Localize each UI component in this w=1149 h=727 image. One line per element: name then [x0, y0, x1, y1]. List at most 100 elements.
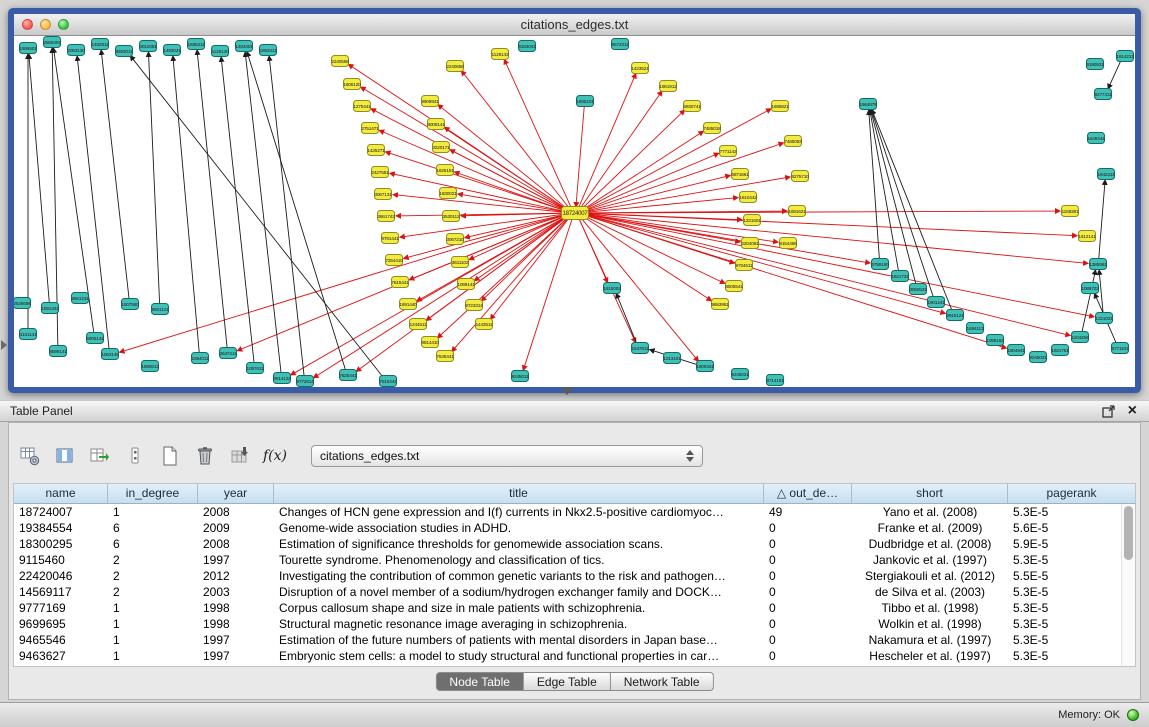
graph-node[interactable]: 1601241	[927, 297, 945, 308]
graph-node[interactable]: 1221031	[1095, 313, 1113, 324]
new-document-icon[interactable]	[157, 443, 183, 469]
graph-node[interactable]: 9245031	[1029, 352, 1047, 363]
table-row[interactable]: 911546021997Tourette syndrome. Phenomeno…	[14, 552, 1135, 568]
graph-node[interactable]: 18724007	[562, 207, 589, 220]
table-selector-dropdown[interactable]: citations_edges.txt	[311, 445, 703, 467]
graph-node[interactable]: 9154469	[779, 238, 797, 249]
graph-node[interactable]: 1590613	[141, 361, 159, 372]
graph-node[interactable]: 1425271	[367, 145, 385, 156]
graph-node[interactable]: 1402911	[92, 39, 109, 50]
graph-node[interactable]: 2063130	[67, 45, 85, 56]
graph-node[interactable]: 2751471	[361, 123, 379, 134]
table-settings-icon[interactable]	[17, 443, 43, 469]
graph-node[interactable]: 1615053	[603, 283, 621, 294]
graph-node[interactable]: 1607580	[121, 299, 139, 310]
column-header-title[interactable]: title	[274, 484, 764, 504]
graph-node[interactable]: 8009141	[427, 119, 445, 130]
graph-node[interactable]: 5905131	[86, 333, 104, 344]
graph-node[interactable]: 1591341	[41, 303, 59, 314]
graph-node[interactable]: 1626151	[436, 165, 454, 176]
graph-node[interactable]: 1696101	[576, 96, 594, 107]
function-builder-icon[interactable]: f(x)	[262, 443, 288, 469]
table-row[interactable]: 1456911722003Disruption of a novel membe…	[14, 584, 1135, 600]
column-header-year[interactable]: year	[198, 484, 274, 504]
tab-edge-table[interactable]: Edge Table	[524, 672, 611, 691]
graph-node[interactable]: 9190531	[1086, 59, 1104, 70]
graph-node[interactable]: 1493021	[163, 45, 181, 56]
graph-node[interactable]: 1691621	[788, 206, 806, 217]
graph-node[interactable]: 8593011	[116, 46, 133, 57]
graph-node[interactable]: 7615443	[379, 376, 397, 387]
graph-node[interactable]: 7485018	[703, 123, 721, 134]
graph-node[interactable]: 1057611	[247, 363, 264, 374]
graph-node[interactable]: 1664879	[859, 99, 877, 110]
graph-node[interactable]: 9791441	[381, 233, 399, 244]
graph-node[interactable]: 9501121	[152, 304, 169, 315]
graph-node[interactable]: 3530112	[443, 211, 460, 222]
graph-node[interactable]: 9909941	[421, 96, 439, 107]
table-row[interactable]: 946554611997Estimation of the future num…	[14, 632, 1135, 648]
graph-node[interactable]: 1493401	[235, 41, 253, 52]
graph-node[interactable]: 1649441	[1087, 133, 1105, 144]
column-header-out_de[interactable]: △ out_de…	[764, 484, 852, 504]
table-row[interactable]: 969969511998Structural magnetic resonanc…	[14, 616, 1135, 632]
graph-node[interactable]: 9572311	[612, 39, 629, 50]
scrollbar-thumb[interactable]	[1124, 506, 1133, 560]
graph-node[interactable]: 9704611	[736, 260, 753, 271]
tab-network-table[interactable]: Network Table	[611, 672, 714, 691]
left-splitter-handle[interactable]	[1, 340, 7, 350]
graph-node[interactable]: 1695311	[188, 39, 205, 50]
graph-node[interactable]: 6930741	[683, 101, 701, 112]
graph-node[interactable]: 3661743	[377, 211, 395, 222]
graph-node[interactable]: 8505541	[725, 281, 743, 292]
vertical-scrollbar[interactable]	[1121, 504, 1135, 666]
graph-node[interactable]: 9714161	[766, 375, 784, 386]
graph-node[interactable]: 1099162	[986, 335, 1004, 346]
graph-node[interactable]: 1614213	[1116, 51, 1134, 62]
graph-node[interactable]: 1244511	[410, 319, 427, 330]
graph-node[interactable]: 3067210	[446, 234, 464, 245]
graph-node[interactable]: 1647611	[632, 343, 649, 354]
graph-node[interactable]: 1612141	[1078, 231, 1096, 242]
graph-node[interactable]: 9614132	[273, 373, 291, 384]
column-header-name[interactable]: name	[14, 484, 108, 504]
graph-node[interactable]: 7615441	[391, 277, 409, 288]
graph-node[interactable]: 1126130	[212, 46, 229, 57]
graph-node[interactable]: 1695501	[19, 43, 37, 54]
graph-node[interactable]: 1610442	[739, 192, 757, 203]
table-row[interactable]: 977716911998Corpus callosum shape and si…	[14, 600, 1135, 616]
graph-node[interactable]: 6799190	[871, 259, 889, 270]
network-titlebar[interactable]: citations_edges.txt	[14, 14, 1135, 36]
graph-node[interactable]: 1423521	[631, 63, 649, 74]
column-header-short[interactable]: short	[852, 484, 1008, 504]
graph-node[interactable]: 1694113	[967, 323, 984, 334]
graph-node[interactable]: 9723314	[465, 300, 483, 311]
graph-node[interactable]: 2647211	[220, 348, 237, 359]
graph-node[interactable]: 7536441	[436, 351, 454, 362]
export-table-icon[interactable]	[87, 443, 113, 469]
graph-node[interactable]: 1694011	[192, 353, 209, 364]
graph-node[interactable]: 2204091	[741, 238, 759, 249]
network-graph[interactable]: 1872400722405581606120127544127514711425…	[14, 36, 1135, 387]
graph-node[interactable]: 1609341	[696, 361, 714, 372]
graph-node[interactable]: 3101141	[20, 329, 37, 340]
graph-node[interactable]: 2526695	[14, 298, 31, 309]
graph-node[interactable]: 1695821	[771, 101, 789, 112]
graph-node[interactable]: 8599141	[49, 346, 67, 357]
graph-node[interactable]: 3611102	[452, 257, 469, 268]
graph-node[interactable]: 1125143	[492, 49, 509, 60]
show-columns-icon[interactable]	[52, 443, 78, 469]
graph-node[interactable]: 1159381	[1062, 206, 1079, 217]
graph-node[interactable]: 1063145	[101, 349, 119, 360]
table-row[interactable]: 946362711997Embryonic stem cells: a mode…	[14, 648, 1135, 664]
network-canvas[interactable]: 1872400722405581606120127544127514711425…	[14, 36, 1135, 387]
graph-node[interactable]: 7625441	[339, 370, 357, 381]
graph-node[interactable]: 8275710	[791, 171, 809, 182]
graph-node[interactable]: 1443511	[476, 319, 493, 330]
graph-node[interactable]: 3067131	[374, 189, 392, 200]
graph-node[interactable]: 1606120	[343, 79, 361, 90]
column-header-pagerank[interactable]: pagerank	[1008, 484, 1135, 504]
graph-node[interactable]: 1621751	[1051, 345, 1069, 356]
graph-node[interactable]: 9245011	[512, 371, 529, 382]
graph-node[interactable]: 1099141	[457, 279, 475, 290]
